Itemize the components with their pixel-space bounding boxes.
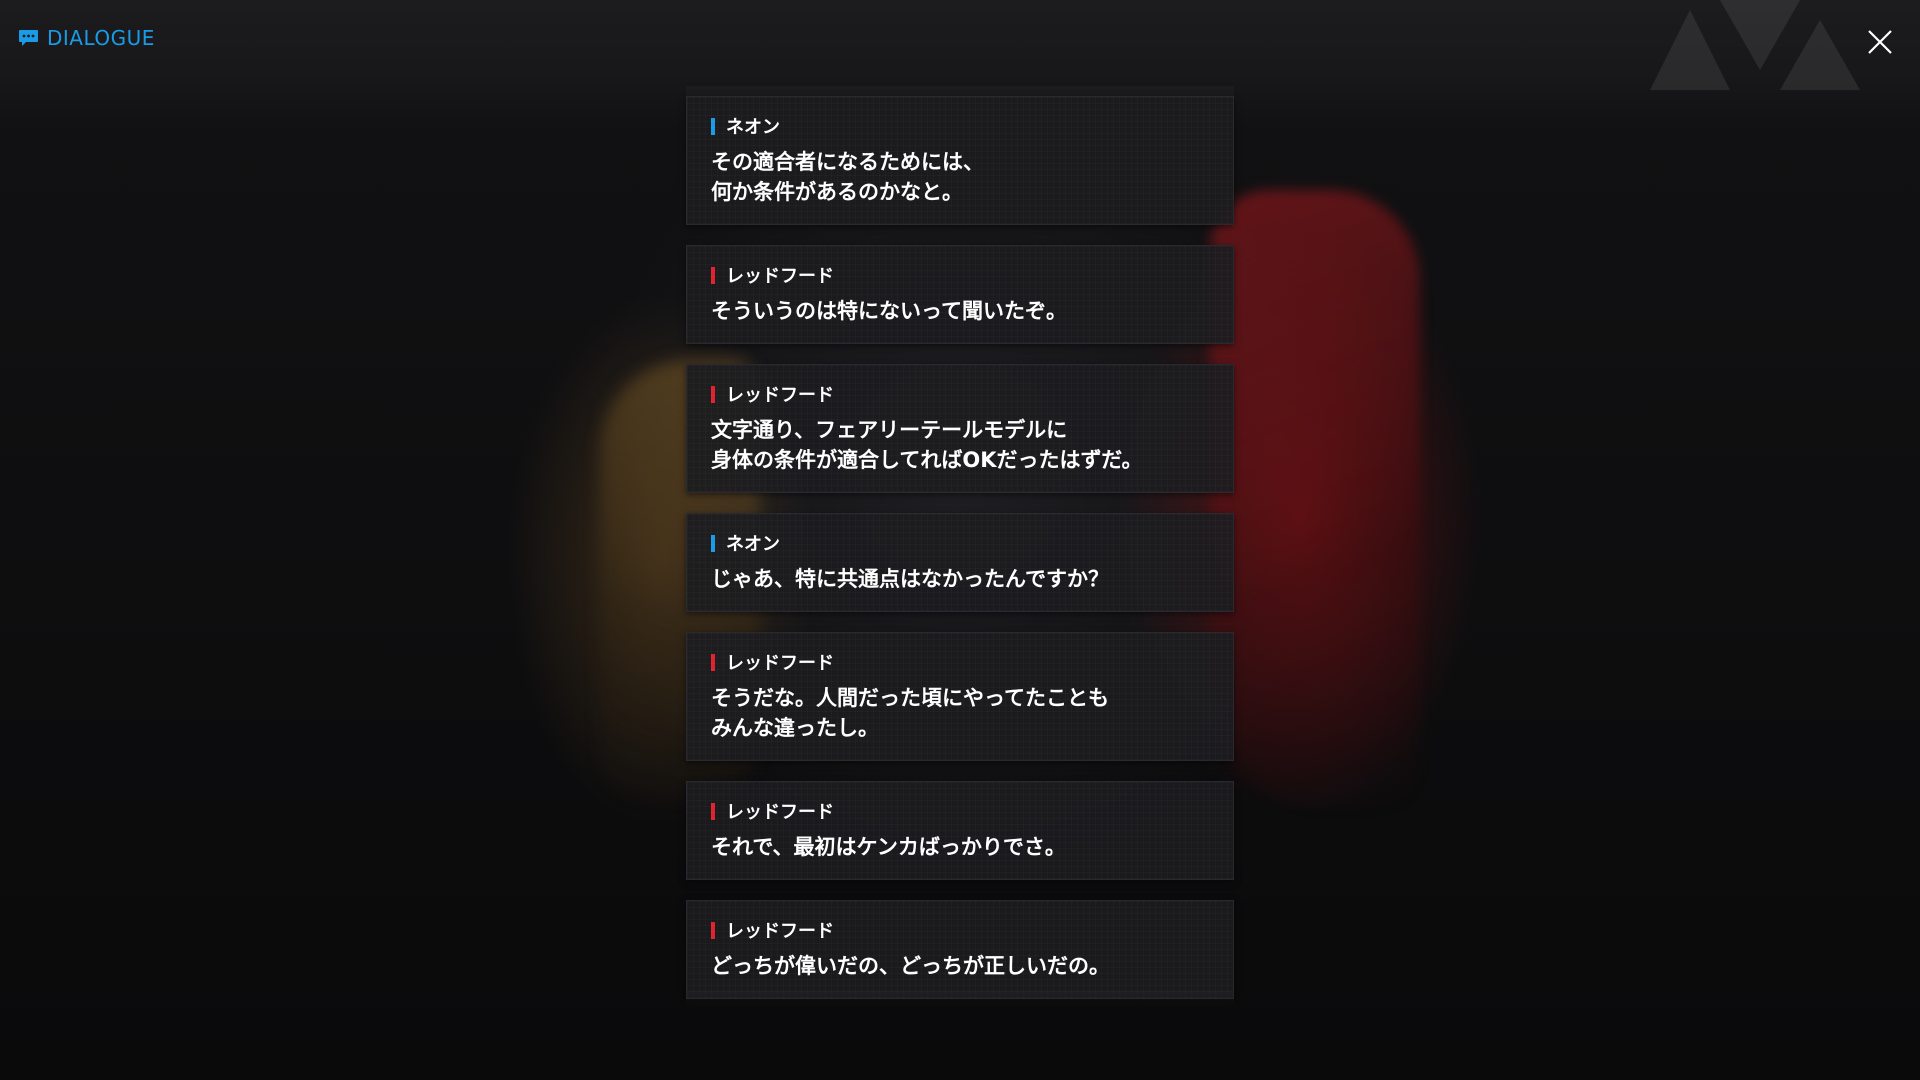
dialogue-text: 文字通り、フェアリーテールモデルに 身体の条件が適合してればOKだったはずだ。 (711, 418, 1143, 472)
speaker-color-mark (711, 534, 715, 552)
dialogue-entry-partial (686, 990, 1234, 1008)
speaker: レッドフード (711, 383, 1209, 406)
dialogue-text: その適合者になるためには、 何か条件があるのかなと。 (711, 150, 984, 204)
dialogue-entry: レッドフード そういうのは特にないって聞いたぞ。 (686, 245, 1234, 344)
speaker-color-mark (711, 385, 715, 403)
chat-bubble-icon (19, 29, 38, 46)
speaker-name: レッドフード (726, 385, 834, 406)
dialogue-entry: ネオン その適合者になるためには、 何か条件があるのかなと。 (686, 96, 1234, 225)
speaker-name: レッドフード (726, 266, 834, 287)
dialogue-text: それで、最初はケンカばっかりでさ。 (711, 835, 1066, 859)
speaker: ネオン (711, 532, 1209, 555)
speaker-color-mark (711, 921, 715, 939)
dialogue-log[interactable]: ネオン その適合者になるためには、 何か条件があるのかなと。 レッドフード そう… (686, 96, 1234, 1019)
speaker-color-mark (711, 266, 715, 284)
decorative-triangles-icon (1650, 0, 1860, 90)
speaker-name: レッドフード (726, 802, 834, 823)
speaker-color-mark (711, 117, 715, 135)
speaker-color-mark (711, 653, 715, 671)
speaker-name: ネオン (726, 534, 780, 555)
dialogue-entry: レッドフード それで、最初はケンカばっかりでさ。 (686, 781, 1234, 880)
dialogue-entry: レッドフード 文字通り、フェアリーテールモデルに 身体の条件が適合してればOKだ… (686, 364, 1234, 493)
dialogue-entry: レッドフード そうだな。人間だった頃にやってたことも みんな違ったし。 (686, 632, 1234, 761)
dialogue-text: そうだな。人間だった頃にやってたことも みんな違ったし。 (711, 686, 1109, 740)
speaker-color-mark (711, 802, 715, 820)
dialogue-entry: ネオン じゃあ、特に共通点はなかったんですか？ (686, 513, 1234, 612)
speaker: レッドフード (711, 264, 1209, 287)
dialogue-entry: レッドフード どっちが偉いだの、どっちが正しいだの。 (686, 900, 1234, 999)
speaker: レッドフード (711, 800, 1209, 823)
speaker: レッドフード (711, 651, 1209, 674)
dialogue-text: じゃあ、特に共通点はなかったんですか？ (711, 567, 1109, 591)
close-icon (1868, 30, 1892, 54)
close-button[interactable] (1860, 22, 1900, 62)
speaker: レッドフード (711, 919, 1209, 942)
dialogue-text: どっちが偉いだの、どっちが正しいだの。 (711, 954, 1110, 978)
speaker-name: ネオン (726, 117, 780, 138)
dialogue-text: そういうのは特にないって聞いたぞ。 (711, 299, 1067, 323)
character-art-red-hood (1210, 190, 1420, 810)
speaker-name: レッドフード (726, 921, 834, 942)
speaker-name: レッドフード (726, 653, 834, 674)
page-title: DIALOGUE (47, 26, 155, 50)
dialogue-entry-partial (686, 86, 1234, 96)
speaker: ネオン (711, 115, 1209, 138)
dialogue-title: DIALOGUE (18, 26, 155, 50)
